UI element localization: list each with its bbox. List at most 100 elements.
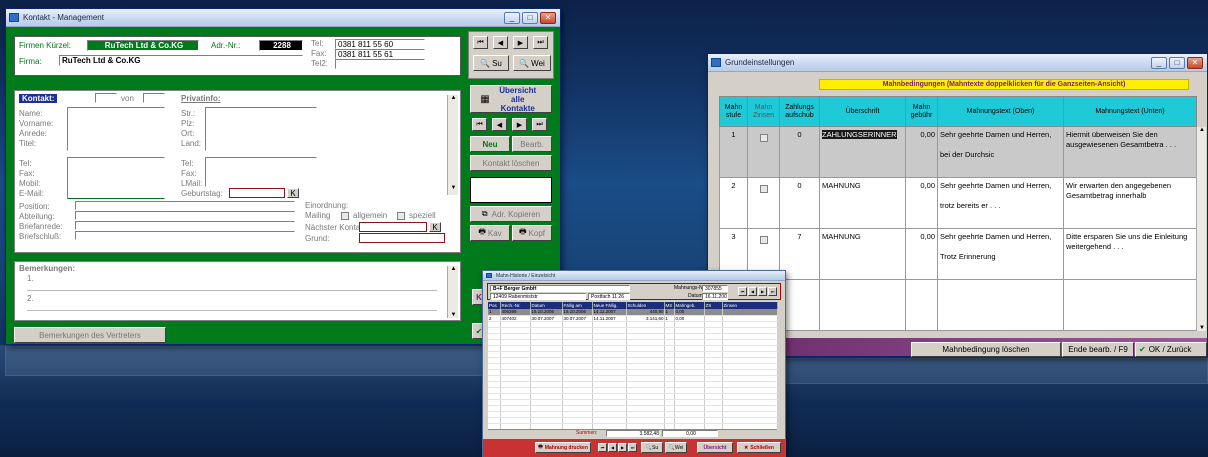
- scroll-up-icon[interactable]: ▲: [1197, 127, 1207, 133]
- position-field[interactable]: [75, 201, 295, 210]
- naechster-kontakt-k-button[interactable]: K: [429, 222, 441, 232]
- cell-ueberschrift[interactable]: MAHNUNG: [819, 177, 906, 229]
- bemerkungen-vertreter-button[interactable]: Bemerkungen des Vertreters: [14, 327, 166, 343]
- first-record-icon[interactable]: ⏮: [738, 287, 747, 296]
- kontakt-titlebar[interactable]: Kontakt - Management _ □ ✕: [6, 9, 560, 27]
- close-icon[interactable]: ✕: [1187, 57, 1203, 69]
- firmen-kuerzel-field[interactable]: RuTech Ltd & Co.KG: [87, 40, 199, 51]
- mahnbedingung-loeschen-button[interactable]: Mahnbedingung löschen: [911, 342, 1061, 357]
- cell-text-unten[interactable]: Wir erwarten den angegebenen Gesamtbetra…: [1063, 177, 1197, 229]
- kav-button[interactable]: 🖶 Kav: [470, 225, 510, 241]
- name-field-block[interactable]: [67, 107, 165, 151]
- uebersicht-alle-kontakte-button[interactable]: ▦ Übersicht alle Kontakte: [470, 85, 552, 113]
- last-record-icon[interactable]: ⏭: [628, 443, 637, 452]
- maximize-icon[interactable]: □: [522, 12, 538, 24]
- first-record-icon[interactable]: ⏮: [598, 443, 607, 452]
- kontakt-scrollbar[interactable]: ▲ ▼: [447, 95, 458, 195]
- bearb-button[interactable]: Bearb.: [512, 136, 552, 152]
- cell-text-oben[interactable]: Sehr geehrte Damen und Herren, trotz ber…: [937, 177, 1064, 229]
- minimize-icon[interactable]: _: [1151, 57, 1167, 69]
- prev-record-icon[interactable]: ◀: [608, 443, 617, 452]
- mailing-allgemein-checkbox[interactable]: [341, 212, 349, 220]
- historie-titlebar[interactable]: Mahn-Historie / Einzelsicht: [483, 271, 785, 281]
- schliessen-button[interactable]: ✖ Schließen: [737, 442, 781, 453]
- cell-text-unten[interactable]: Ditte ersparen Sie uns die Einleitung we…: [1063, 228, 1197, 280]
- prev-contact-icon[interactable]: ◀: [492, 118, 507, 131]
- naechster-kontakt-field[interactable]: [359, 222, 427, 232]
- private-phones-field[interactable]: [205, 157, 317, 187]
- bemerkungen-scrollbar[interactable]: ▲ ▼: [447, 266, 458, 318]
- scroll-down-icon[interactable]: ▼: [448, 312, 459, 318]
- anrede-label: Anrede:: [19, 129, 48, 138]
- mahnbedingungen-scrollbar[interactable]: ▲ ▼: [1196, 127, 1206, 331]
- grund-titlebar[interactable]: Grundeinstellungen _ □ ✕: [708, 54, 1207, 72]
- weiter-button[interactable]: 🔍 Wei: [513, 55, 551, 71]
- zinsen-checkbox[interactable]: [759, 134, 768, 142]
- cell-text-oben[interactable]: Sehr geehrte Damen und Herren, Trotz Eri…: [937, 228, 1064, 280]
- grund-field[interactable]: [359, 233, 445, 243]
- table-row[interactable]: 1 0 ZAHLUNGSERINNER 0,00 Sehr geehrte Da…: [719, 126, 1197, 178]
- first-contact-icon[interactable]: ⏮: [472, 118, 487, 131]
- kontakt-loeschen-button[interactable]: Kontakt löschen: [470, 155, 552, 171]
- cell-text-unten[interactable]: Hiermit überweisen Sie den ausgewiesenen…: [1063, 126, 1197, 178]
- first-record-icon[interactable]: ⏮: [473, 36, 488, 49]
- bemerkung-line-2[interactable]: [27, 310, 437, 311]
- tel-field[interactable]: 0381 811 55 60: [335, 39, 425, 49]
- next-record-icon[interactable]: ▶: [618, 443, 627, 452]
- prev-record-icon[interactable]: ◀: [493, 36, 508, 49]
- uebersicht-button[interactable]: Übersicht: [697, 442, 733, 453]
- kopf-button[interactable]: 🖶 Kopf: [512, 225, 552, 241]
- next-record-icon[interactable]: ▶: [758, 287, 767, 296]
- fax-field[interactable]: 0381 811 55 61: [335, 49, 425, 59]
- kontakt-count-field[interactable]: [143, 93, 165, 103]
- kontakt-index-field[interactable]: [95, 93, 117, 103]
- cell-zinsen[interactable]: [747, 126, 780, 178]
- last-contact-icon[interactable]: ⏭: [532, 118, 547, 131]
- cell-zinsen[interactable]: [747, 177, 780, 229]
- briefanrede-field[interactable]: [75, 221, 295, 230]
- last-record-icon[interactable]: ⏭: [533, 36, 548, 49]
- adr-nr-field[interactable]: 2288: [259, 40, 303, 51]
- cell-ueberschrift[interactable]: ZAHLUNGSERINNER: [819, 126, 906, 178]
- geburtstag-k-button[interactable]: K: [287, 188, 299, 198]
- neu-button[interactable]: Neu: [470, 136, 510, 152]
- such-button[interactable]: 🔍 Su: [641, 442, 663, 453]
- table-row[interactable]: 2 0 MAHNUNG 0,00 Sehr geehrte Damen und …: [719, 177, 1197, 229]
- adr-kopieren-button[interactable]: ⧉ Adr. Kopieren: [470, 206, 552, 222]
- geburtstag-field[interactable]: [229, 188, 285, 198]
- cell-ueberschrift[interactable]: MAHNUNG: [819, 228, 906, 280]
- tel2-field[interactable]: [335, 59, 425, 69]
- table-row[interactable]: 3 7 MAHNUNG 0,00 Sehr geehrte Damen und …: [719, 228, 1197, 280]
- zinsen-checkbox[interactable]: [759, 236, 768, 244]
- next-record-icon[interactable]: ▶: [513, 36, 528, 49]
- scroll-up-icon[interactable]: ▲: [448, 266, 459, 272]
- prev-record-icon[interactable]: ◀: [748, 287, 757, 296]
- cell-aufschub: 0: [779, 177, 820, 229]
- such-button[interactable]: 🔍 Su: [473, 55, 509, 71]
- bemerkung-line-1[interactable]: [27, 290, 437, 291]
- zinsen-checkbox[interactable]: [759, 185, 768, 193]
- ok-zurueck-button[interactable]: ✔ OK / Zurück: [1135, 342, 1207, 357]
- maximize-icon[interactable]: □: [1169, 57, 1185, 69]
- private-address-field[interactable]: [205, 107, 317, 151]
- contact-phones-field[interactable]: [67, 157, 165, 199]
- grund-label: Grund:: [305, 234, 330, 243]
- next-contact-icon[interactable]: ▶: [512, 118, 527, 131]
- tel-contact-label: Tel:: [19, 159, 32, 168]
- mailing-speziell-checkbox[interactable]: [397, 212, 405, 220]
- briefschluss-field[interactable]: [75, 231, 295, 240]
- close-icon[interactable]: ✕: [540, 12, 556, 24]
- cell-text-oben[interactable]: Sehr geehrte Damen und Herren, bei der D…: [937, 126, 1064, 178]
- abteilung-field[interactable]: [75, 211, 295, 220]
- weiter-button[interactable]: 🔍 Wei: [665, 442, 687, 453]
- ende-bearb-button[interactable]: Ende bearb. / F9: [1062, 342, 1134, 357]
- mahnung-drucken-button[interactable]: 🖶 Mahnung drucken: [535, 442, 591, 453]
- last-record-icon[interactable]: ⏭: [768, 287, 777, 296]
- table-row[interactable]: [719, 279, 1197, 331]
- plz-label: Plz:: [181, 119, 195, 128]
- scroll-up-icon[interactable]: ▲: [448, 95, 459, 105]
- scroll-down-icon[interactable]: ▼: [448, 185, 459, 195]
- minimize-icon[interactable]: _: [504, 12, 520, 24]
- firma-field[interactable]: RuTech Ltd & Co.KG: [59, 55, 303, 66]
- scroll-down-icon[interactable]: ▼: [1197, 325, 1207, 331]
